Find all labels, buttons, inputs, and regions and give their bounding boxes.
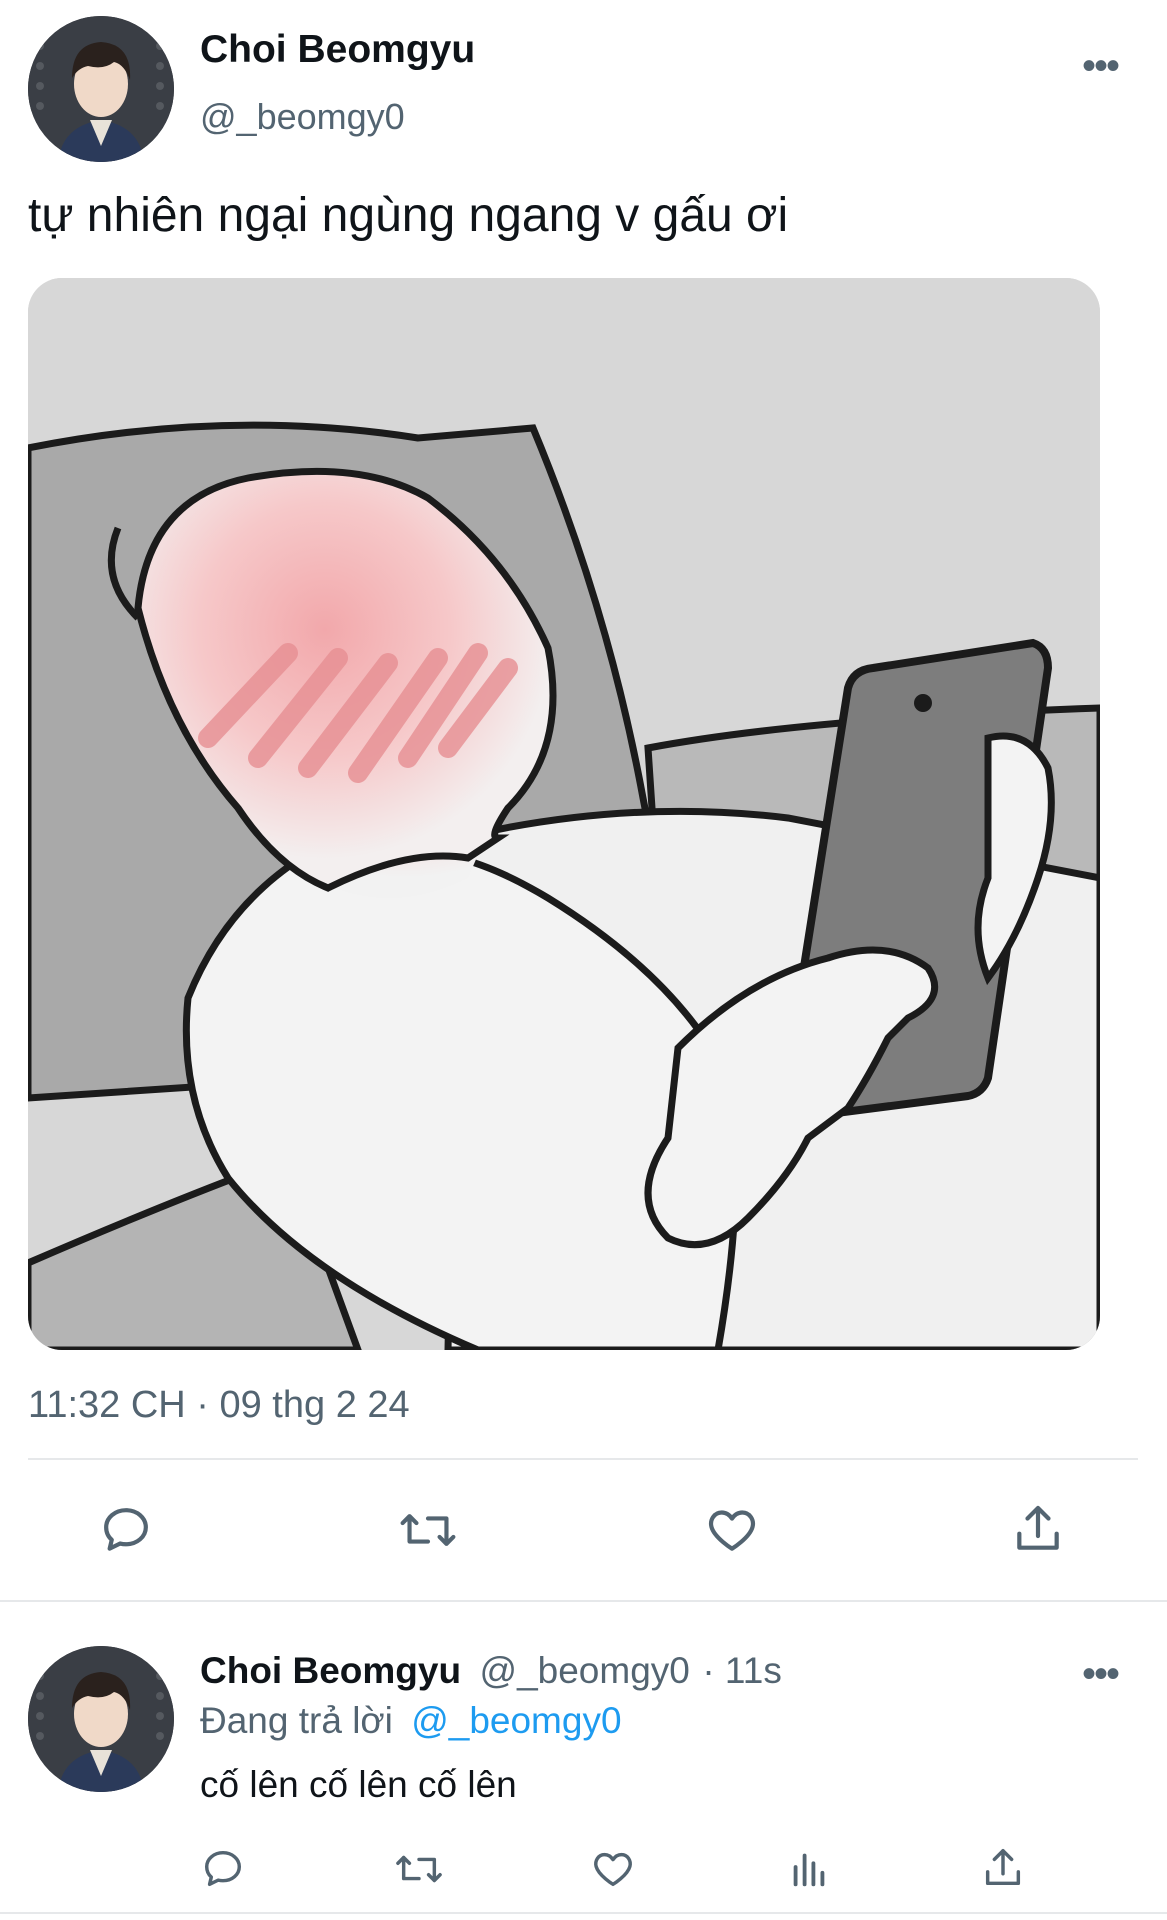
replying-mention-link[interactable]: @_beomgy0 xyxy=(411,1700,621,1741)
like-icon[interactable] xyxy=(704,1502,760,1558)
reply-share-icon[interactable] xyxy=(980,1844,1026,1892)
reply-author-avatar[interactable] xyxy=(28,1646,174,1792)
divider xyxy=(0,1600,1167,1602)
divider xyxy=(0,1912,1167,1914)
more-options-icon[interactable]: ••• xyxy=(1082,44,1120,89)
share-icon[interactable] xyxy=(1010,1500,1066,1558)
tweet-media[interactable] xyxy=(28,278,1100,1350)
retweet-icon[interactable] xyxy=(398,1502,458,1558)
replying-to: Đang trả lời @_beomgy0 xyxy=(200,1700,622,1742)
reply-text: cố lên cố lên cố lên xyxy=(200,1764,517,1805)
reply-reply-icon[interactable] xyxy=(200,1846,246,1892)
reply-retweet-icon[interactable] xyxy=(394,1846,444,1892)
replying-prefix: Đang trả lời xyxy=(200,1700,393,1741)
reply-author-handle[interactable]: @_beomgy0 xyxy=(480,1650,690,1691)
author-avatar[interactable] xyxy=(28,16,174,162)
tweet-timestamp[interactable]: 11:32 CH · 09 thg 2 24 xyxy=(28,1384,410,1427)
divider xyxy=(28,1458,1138,1460)
author-handle[interactable]: @_beomgy0 xyxy=(200,96,405,138)
reply-header: Choi Beomgyu @_beomgy0 · 11s xyxy=(200,1650,782,1692)
reply-author-name[interactable]: Choi Beomgyu xyxy=(200,1650,461,1691)
reply-more-options-icon[interactable]: ••• xyxy=(1082,1652,1120,1697)
reply-analytics-icon[interactable] xyxy=(786,1846,832,1892)
reply-time[interactable]: · 11s xyxy=(702,1650,782,1691)
reply-icon[interactable] xyxy=(98,1502,154,1558)
meme-illustration-icon xyxy=(28,278,1100,1350)
author-name[interactable]: Choi Beomgyu xyxy=(200,28,475,72)
reply-like-icon[interactable] xyxy=(590,1846,636,1892)
tweet-text: tự nhiên ngại ngùng ngang v gấu ơi xyxy=(28,189,789,242)
